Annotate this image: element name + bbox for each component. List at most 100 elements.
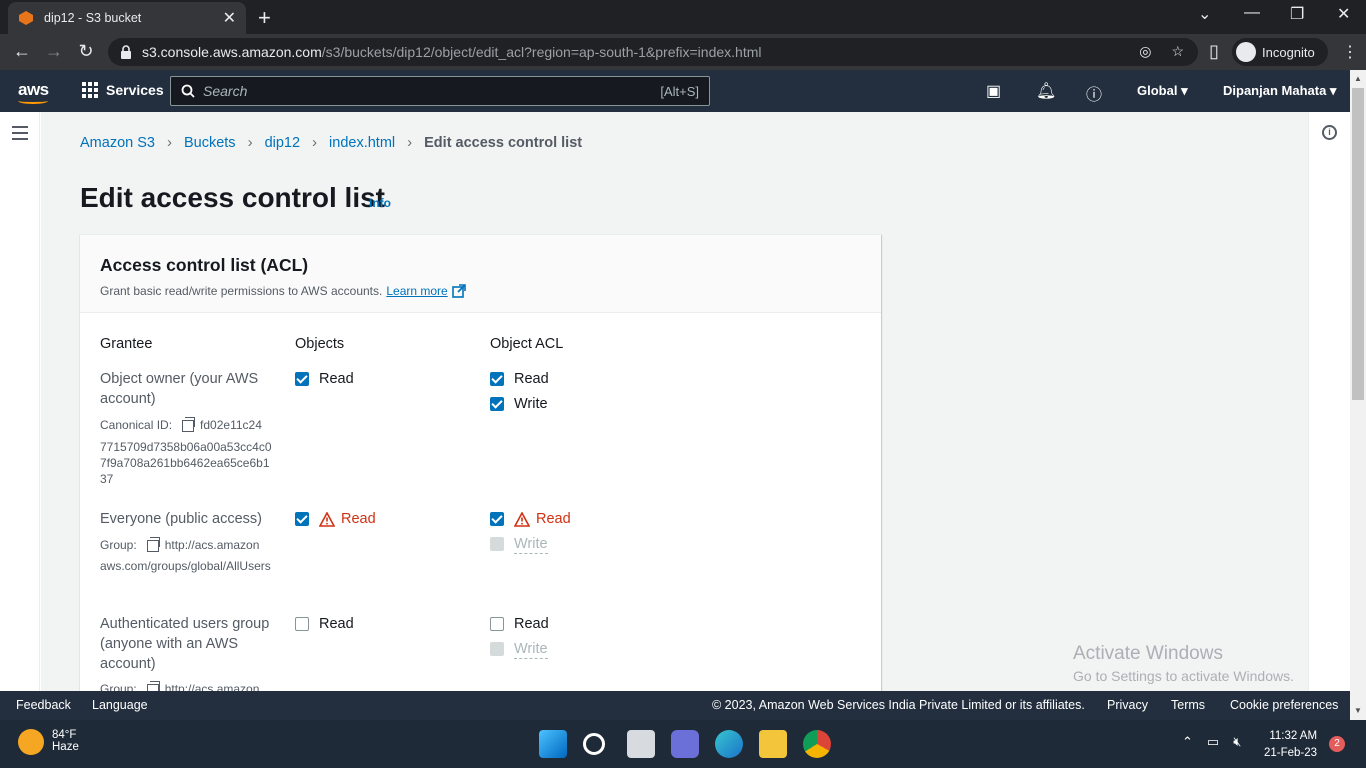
acl-panel-title: Access control list (ACL) [100, 255, 309, 275]
services-menu-button[interactable]: Services [82, 82, 164, 98]
taskbar-search-icon[interactable] [583, 733, 605, 755]
task-view-icon[interactable] [627, 730, 655, 758]
url-text: s3.console.aws.amazon.com/s3/buckets/dip… [142, 44, 761, 60]
help-icon[interactable]: ⓘ [1086, 81, 1102, 105]
show-hidden-icons-icon[interactable]: ⌃ [1182, 734, 1193, 750]
region-selector[interactable]: Global ▾ [1137, 83, 1188, 99]
services-grid-icon [82, 82, 98, 98]
everyone-objects-read-checkbox[interactable] [295, 512, 309, 526]
reload-icon[interactable]: ↻ [74, 41, 98, 62]
notifications-bell-icon[interactable]: 🔔︎ [1036, 81, 1056, 101]
forward-icon[interactable]: → [42, 41, 66, 62]
url-path: /s3/buckets/dip12/object/edit_acl?region… [321, 44, 762, 60]
chrome-browser-icon[interactable] [803, 730, 831, 758]
hamburger-menu-icon[interactable] [12, 126, 28, 144]
incognito-profile-button[interactable]: Incognito [1232, 38, 1328, 66]
everyone-acl-write-label: Write [514, 536, 548, 554]
tab-search-icon[interactable]: ⌄ [1198, 4, 1211, 24]
breadcrumb-amazon-s3[interactable]: Amazon S3 [80, 135, 155, 151]
feedback-link[interactable]: Feedback [16, 698, 71, 712]
window-close-icon[interactable]: ✕ [1337, 4, 1350, 24]
breadcrumb-bucket[interactable]: dip12 [265, 135, 300, 151]
console-footer: Feedback Language © 2023, Amazon Web Ser… [0, 691, 1350, 720]
owner-acl-read-label: Read [514, 371, 549, 387]
copy-icon[interactable] [146, 536, 160, 552]
column-header-grantee: Grantee [100, 336, 153, 352]
owner-acl-read-checkbox[interactable] [490, 372, 504, 386]
edge-browser-icon[interactable] [715, 730, 743, 758]
chevron-right-icon: › [247, 134, 253, 151]
authenticated-acl-write-checkbox [490, 642, 504, 656]
warning-icon [319, 511, 335, 527]
new-tab-icon[interactable]: + [258, 5, 271, 31]
owner-acl-write-checkbox[interactable] [490, 397, 504, 411]
learn-more-link[interactable]: Learn more [386, 284, 447, 298]
teams-chat-icon[interactable] [671, 730, 699, 758]
windows-taskbar: 84°F Haze ⌃ ▭ 🔇︎ 11:32 AM 21-Feb-23 2 [0, 720, 1366, 768]
copyright-text: © 2023, Amazon Web Services India Privat… [712, 698, 1085, 712]
language-link[interactable]: Language [92, 698, 148, 712]
activate-windows-watermark: Activate Windows [1073, 643, 1223, 664]
column-header-objects: Objects [295, 336, 345, 352]
tracking-protection-icon[interactable]: ◎ [1139, 43, 1151, 60]
scroll-up-icon[interactable]: ▲ [1354, 74, 1362, 83]
page-scrollbar[interactable]: ▲ ▼ [1350, 70, 1366, 720]
network-icon[interactable]: ▭ [1207, 734, 1219, 750]
start-windows-icon[interactable] [539, 730, 567, 758]
everyone-acl-read-checkbox[interactable] [490, 512, 504, 526]
copy-icon[interactable] [182, 416, 196, 432]
everyone-acl-write-checkbox [490, 537, 504, 551]
owner-acl-write-label: Write [514, 396, 548, 412]
browser-menu-icon[interactable]: ⋮ [1342, 42, 1358, 62]
acl-panel-header: Access control list (ACL) Grant basic re… [80, 235, 881, 313]
grantee-everyone: Everyone (public access) [100, 511, 262, 527]
owner-objects-read-checkbox[interactable] [295, 372, 309, 386]
breadcrumb-buckets[interactable]: Buckets [184, 135, 236, 151]
aws-logo[interactable]: aws [18, 80, 49, 104]
cookie-preferences-link[interactable]: Cookie preferences [1230, 698, 1338, 712]
file-explorer-icon[interactable] [759, 730, 787, 758]
authenticated-objects-read-checkbox[interactable] [295, 617, 309, 631]
privacy-link[interactable]: Privacy [1107, 698, 1148, 712]
acl-panel: Access control list (ACL) Grant basic re… [80, 234, 881, 691]
services-label: Services [106, 82, 164, 98]
bookmark-star-icon[interactable]: ☆ [1171, 43, 1184, 60]
chevron-right-icon: › [407, 134, 413, 151]
page-title: Edit access control list [80, 182, 385, 213]
breadcrumb-object[interactable]: index.html [329, 135, 395, 151]
search-icon [181, 84, 195, 98]
scroll-down-icon[interactable]: ▼ [1354, 706, 1362, 715]
taskbar-clock[interactable]: 11:32 AM 21-Feb-23 [1264, 728, 1317, 762]
side-panel-icon[interactable]: ▯ [1202, 41, 1226, 62]
copy-icon[interactable] [146, 680, 160, 691]
s3-favicon-icon [19, 11, 33, 25]
minimize-icon[interactable]: — [1244, 4, 1260, 22]
url-host: s3.console.aws.amazon.com [142, 44, 322, 60]
grantee-authenticated-users: Authenticated users group (anyone with a… [100, 616, 270, 672]
search-shortcut: [Alt+S] [660, 83, 699, 99]
info-link[interactable]: Info [369, 196, 391, 210]
notification-badge[interactable]: 2 [1329, 736, 1345, 752]
terms-link[interactable]: Terms [1171, 698, 1205, 712]
authenticated-acl-read-label: Read [514, 616, 549, 632]
address-bar[interactable]: s3.console.aws.amazon.com/s3/buckets/dip… [108, 38, 1198, 66]
volume-muted-icon[interactable]: 🔇︎ [1233, 734, 1241, 750]
close-tab-icon[interactable]: ✕ [223, 8, 236, 28]
authenticated-acl-read-checkbox[interactable] [490, 617, 504, 631]
cloudshell-icon[interactable]: ▣ [986, 81, 1001, 101]
maximize-icon[interactable]: ❐ [1290, 4, 1304, 24]
authenticated-acl-write-label: Write [514, 641, 548, 659]
account-menu[interactable]: Dipanjan Mahata ▾ [1223, 83, 1336, 99]
search-input[interactable]: Search [Alt+S] [170, 76, 710, 106]
everyone-acl-read-label: Read [514, 511, 571, 527]
back-icon[interactable]: ← [10, 41, 34, 62]
canonical-id-value: 7715709d7358b06a00a53cc4c07f9a708a261bb6… [100, 440, 272, 486]
browser-tab[interactable]: dip12 - S3 bucket ✕ [8, 2, 246, 34]
system-tray: ⌃ ▭ 🔇︎ [1182, 734, 1241, 750]
scrollbar-thumb[interactable] [1352, 88, 1364, 400]
info-panel-icon[interactable]: i [1322, 125, 1337, 140]
everyone-objects-read-label: Read [319, 511, 376, 527]
aws-top-nav: aws Services Search [Alt+S] ▣ 🔔︎ ⓘ Globa… [0, 70, 1350, 112]
breadcrumb-current: Edit access control list [424, 134, 583, 151]
weather-widget[interactable]: 84°F Haze [18, 729, 79, 755]
